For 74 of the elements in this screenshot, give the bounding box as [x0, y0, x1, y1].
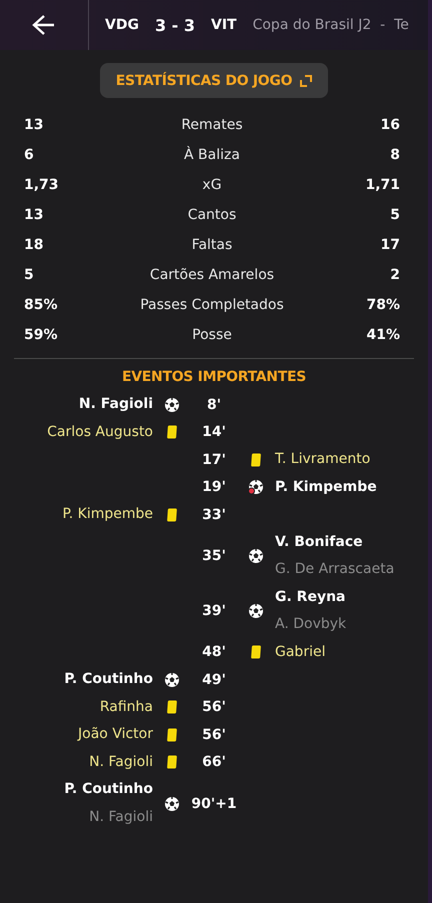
- player-name: Gabriel: [275, 642, 326, 662]
- match-stats-button[interactable]: ESTATÍSTICAS DO JOGO: [100, 63, 328, 98]
- player-name: N. Fagioli: [78, 395, 153, 414]
- assist-name: A. Dovbyk: [275, 615, 346, 634]
- player-name: N. Fagioli: [89, 752, 153, 772]
- home-value: 18: [24, 237, 44, 253]
- home-value: 1,73: [24, 177, 60, 193]
- event-minute: 49': [201, 672, 227, 688]
- assist-name: N. Fagioli: [89, 808, 153, 826]
- home-value: 59%: [24, 327, 59, 343]
- ball-icon: [248, 603, 264, 619]
- back-arrow-icon: [32, 14, 56, 36]
- card-icon: [250, 645, 262, 660]
- card-icon: [166, 755, 178, 770]
- player-name: João Victor: [78, 725, 153, 744]
- home-value: 13: [24, 207, 44, 223]
- ball-icon: [164, 796, 180, 812]
- assist-name: G. De Arrascaeta: [275, 560, 394, 579]
- home-value: 5: [24, 267, 35, 283]
- stat-label: xG: [201, 177, 223, 193]
- home-team: VDG: [105, 17, 139, 33]
- event-minute: 56': [201, 726, 227, 743]
- away-value: 5: [389, 207, 400, 223]
- card-icon: [166, 425, 178, 440]
- away-value: 8: [389, 147, 400, 163]
- away-value: 16: [380, 117, 400, 133]
- home-value: 6: [24, 147, 35, 163]
- ball-icon: [164, 672, 180, 688]
- event-minute: 33': [201, 506, 227, 523]
- player-name: P. Kimpembe: [62, 505, 153, 524]
- event-minute: 56': [201, 699, 227, 716]
- away-value: 2: [389, 267, 400, 283]
- player-name: V. Boniface: [275, 532, 363, 552]
- away-team: VIT: [211, 17, 237, 33]
- away-value: 78%: [365, 297, 400, 313]
- player-name: P. Coutinho: [64, 780, 153, 799]
- card-icon: [166, 728, 178, 742]
- player-name: Rafinha: [100, 698, 153, 716]
- event-minute: 17': [201, 452, 227, 468]
- card-icon: [166, 700, 178, 714]
- card-icon: [166, 508, 178, 522]
- event-minute: 66': [201, 754, 227, 770]
- away-value: 17: [380, 237, 400, 253]
- event-minute: 8': [206, 396, 222, 413]
- home-value: 85%: [24, 297, 59, 313]
- player-name: Carlos Augusto: [47, 422, 153, 442]
- player-name: P. Kimpembe: [275, 478, 377, 496]
- event-minute: 48': [201, 644, 227, 660]
- home-value: 13: [24, 117, 44, 133]
- ball-icon: [248, 548, 264, 564]
- competition: Copa do Brasil J2 - Te: [252, 17, 409, 33]
- event-minute: 90'+1: [191, 796, 237, 812]
- card-icon: [250, 452, 262, 467]
- stat-label: Cartões Amarelos: [148, 267, 276, 283]
- ball-icon: [164, 396, 180, 413]
- stat-label: Passes Completados: [139, 297, 285, 313]
- away-value: 41%: [365, 327, 400, 343]
- stat-label: Remates: [180, 117, 244, 133]
- stat-label: Faltas: [190, 237, 234, 253]
- stat-label: Cantos: [186, 207, 238, 223]
- player-name: P. Coutinho: [64, 670, 153, 689]
- event-minute: 14': [201, 424, 227, 440]
- stat-label: Posse: [191, 327, 233, 343]
- away-value: 1,71: [364, 177, 400, 193]
- score: 3 - 3: [154, 16, 195, 34]
- event-minute: 35': [201, 548, 227, 564]
- events-title: EVENTOS IMPORTANTES: [120, 369, 308, 385]
- stat-label: À Baliza: [183, 147, 241, 163]
- event-minute: 19': [201, 479, 227, 496]
- player-name: T. Livramento: [275, 450, 370, 469]
- event-minute: 39': [201, 603, 227, 619]
- player-name: G. Reyna: [275, 588, 346, 606]
- expand-icon: [300, 74, 312, 86]
- own-goal-icon: [248, 479, 264, 496]
